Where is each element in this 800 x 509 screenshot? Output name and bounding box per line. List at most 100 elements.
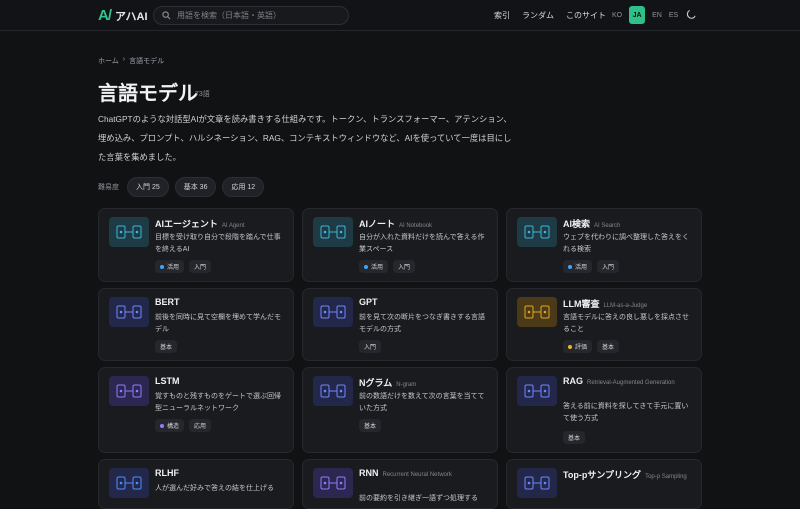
lang-ja[interactable]: JA [629, 6, 646, 24]
card-title: AIノート AI Notebook [359, 217, 432, 230]
moon-icon[interactable] [686, 9, 697, 20]
card-title: Nグラム N-gram [359, 376, 416, 389]
card-title: Top-pサンプリング Top-p Sampling [563, 468, 687, 481]
card-description: 覚すものと残すものをゲートで選ぶ回帰型ニューラルネットワーク [155, 393, 281, 412]
card-tag: 評価 [563, 340, 593, 353]
site-logo[interactable]: A/ アハAI [98, 7, 148, 24]
card-description: 前の要約を引き継ぎ一語ずつ処理する [359, 495, 478, 502]
top-bar: A/ アハAI 索引 ランダム このサイト KO JA EN ES [0, 0, 800, 31]
logo-text: アハAI [115, 10, 148, 23]
card-subtitle: Retrieval-Augmented Generation [587, 380, 675, 386]
language-switcher: KO JA EN ES [612, 6, 678, 24]
card-title: AI検索 AI Search [563, 217, 620, 230]
nav-about-link[interactable]: このサイト [566, 10, 606, 21]
card-subtitle: LLM-as-a-Judge [603, 303, 648, 309]
card-title-text: Nグラム [359, 378, 393, 388]
card-description: 答える前に資料を探してきて手元に置いて使う方式 [563, 403, 689, 422]
card-subtitle: AI Search [594, 223, 621, 229]
card-tags: 基本 [359, 419, 382, 432]
card-title: RAG Retrieval-Augmented Generation [563, 376, 675, 386]
term-card[interactable]: AI検索 AI Search ウェブを代わりに調べ整理した答えをくれる検索 活用 入門 [506, 208, 702, 282]
lang-ko[interactable]: KO [612, 12, 622, 19]
card-tags: 基本 [155, 340, 178, 353]
main-nav: 索引 ランダム このサイト [494, 10, 606, 21]
filter-chip-intro[interactable]: 入門 25 [127, 177, 169, 197]
term-card[interactable]: RNN Recurrent Neural Network 前の要約を引き継ぎ一語ずつ… [302, 459, 498, 509]
term-card[interactable]: LSTM 覚すものと残すものをゲートで選ぶ回帰型ニューラルネットワーク構造 応用 [98, 367, 294, 453]
card-description: 言語モデルに答えの良し悪しを採点させること [563, 314, 689, 333]
card-tag-label: 活用 [167, 265, 180, 271]
card-tag: 入門 [597, 260, 620, 273]
breadcrumb-home[interactable]: ホーム [98, 56, 119, 66]
term-card[interactable]: RAG Retrieval-Augmented Generation 答える前に資料… [506, 367, 702, 453]
card-description: 目標を受け取り自分で段階を踏んで仕事を終えるAI [155, 234, 281, 253]
card-title-text: BERT [155, 297, 180, 307]
agent-icon [109, 217, 149, 247]
card-tag: 入門 [359, 340, 382, 353]
card-title: LSTM [155, 376, 180, 386]
page-title: 言語モデル [98, 83, 198, 105]
term-card[interactable]: RLHF 人が選んだ好みで答えの結を仕上げる [98, 459, 294, 509]
search-icon [517, 217, 557, 247]
card-title-text: RAG [563, 376, 583, 386]
card-tag-label: 活用 [371, 265, 384, 271]
filter-chip-basic[interactable]: 基本 36 [174, 177, 217, 197]
search-box[interactable] [153, 6, 349, 25]
gpt-icon [313, 297, 353, 327]
card-subtitle: AI Agent [221, 223, 245, 229]
card-tag-label: 評価 [575, 345, 588, 351]
logo-mark: A/ [98, 7, 112, 24]
card-title-text: LSTM [155, 376, 180, 386]
card-tag: 活用 [359, 260, 389, 273]
card-tag-label: 基本 [568, 436, 581, 442]
card-tag-label: 基本 [364, 424, 377, 430]
term-card[interactable]: AIノート AI Notebook 自分が入れた資料だけを読んで答える作業スペース活… [302, 208, 498, 282]
card-tag: 基本 [563, 431, 586, 444]
nav-index-link[interactable]: 索引 [494, 10, 510, 21]
card-tags: 評価 基本 [563, 340, 620, 353]
card-title-text: GPT [359, 297, 378, 307]
card-tags: 基本 [563, 431, 586, 444]
card-tag-label: 入門 [364, 345, 377, 351]
term-card[interactable]: AIエージェント AI Agent 目標を受け取り自分で段階を踏んで仕事を終えるAI… [98, 208, 294, 282]
card-tag: 基本 [597, 340, 620, 353]
card-subtitle: AI Notebook [399, 223, 433, 229]
term-card[interactable]: GPT 前を見て次の断片をつなぎ書きする言語モデルの方式 入門 [302, 288, 498, 361]
card-title: AIエージェント AI Agent [155, 217, 245, 230]
card-tag: 基本 [359, 419, 382, 432]
search-input[interactable] [177, 11, 337, 20]
rnn-icon [313, 468, 353, 498]
card-tags: 構造 応用 [155, 419, 212, 432]
card-title-text: Top-pサンプリング [563, 470, 642, 480]
tag-dot [364, 264, 368, 269]
card-tag: 入門 [393, 260, 416, 273]
lang-es[interactable]: ES [669, 12, 678, 19]
top-p-icon [517, 468, 557, 498]
card-subtitle: Top-p Sampling [645, 474, 687, 480]
card-title: GPT [359, 297, 378, 307]
card-tag: 応用 [189, 419, 212, 432]
card-tags: 活用 入門 [563, 260, 620, 273]
tag-dot [568, 264, 572, 269]
tag-dot [568, 344, 572, 349]
rlhf-icon [109, 468, 149, 498]
card-title: RLHF [155, 468, 179, 478]
term-card[interactable]: LLM審査 LLM-as-a-Judge 言語モデルに答えの良し悪しを採点させること… [506, 288, 702, 361]
card-title: RNN Recurrent Neural Network [359, 468, 452, 478]
term-card[interactable]: Nグラム N-gram 前の数語だけを数えて次の言葉を当てていた方式基本 [302, 367, 498, 453]
lstm-icon [109, 376, 149, 406]
card-title-text: LLM審査 [563, 299, 600, 309]
lang-en[interactable]: EN [652, 12, 662, 19]
card-tag-label: 基本 [602, 345, 615, 351]
card-tag-label: 構造 [167, 424, 180, 430]
term-card[interactable]: BERT 前後を同時に見て空欄を埋めて学んだモデル 基本 [98, 288, 294, 361]
filter-chip-advanced[interactable]: 応用 12 [222, 177, 265, 197]
card-description: 前の数語だけを数えて次の言葉を当てていた方式 [359, 393, 485, 412]
card-title-text: AI検索 [563, 219, 591, 229]
tag-dot [160, 264, 164, 269]
card-title-text: RLHF [155, 468, 179, 478]
breadcrumb-current: 言語モデル [129, 58, 165, 65]
term-card[interactable]: Top-pサンプリング Top-p Sampling [506, 459, 702, 509]
card-subtitle: N-gram [396, 382, 417, 388]
nav-random-link[interactable]: ランダム [522, 10, 554, 21]
